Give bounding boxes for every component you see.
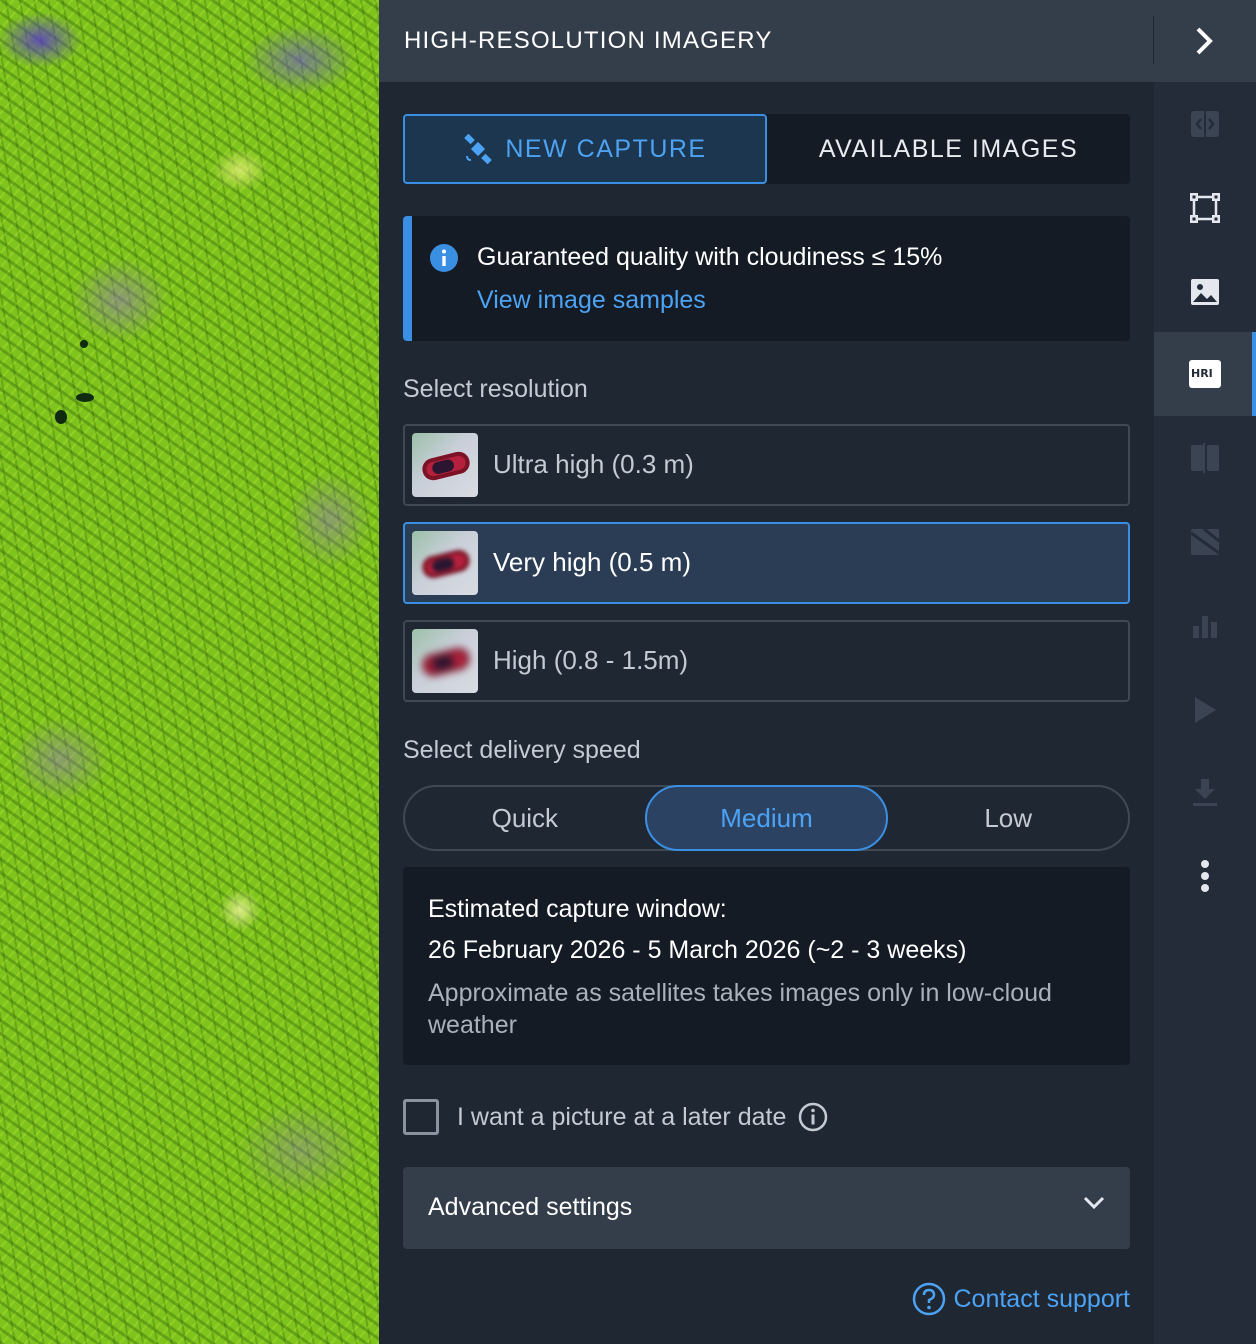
map-lake xyxy=(55,410,67,424)
rail-aoi[interactable] xyxy=(1154,166,1256,250)
rail-more[interactable] xyxy=(1154,834,1256,918)
later-date-checkbox[interactable] xyxy=(403,1099,439,1135)
rail-download[interactable] xyxy=(1154,750,1256,834)
contact-support-label: Contact support xyxy=(953,1284,1131,1313)
resolution-option-label: Very high (0.5 m) xyxy=(493,547,691,577)
collapse-panel-button[interactable] xyxy=(1179,20,1229,62)
tab-available-images-label: AVAILABLE IMAGES xyxy=(818,134,1079,163)
hri-panel: HIGH-RESOLUTION IMAGERY HRI NEW CAPTURE … xyxy=(379,0,1256,1344)
quality-info-box: Guaranteed quality with cloudiness ≤ 15%… xyxy=(403,216,1130,341)
resolution-option-very-high[interactable]: Very high (0.5 m) xyxy=(403,522,1130,604)
resolution-option-label: Ultra high (0.3 m) xyxy=(493,449,694,479)
delivery-speed-label: Select delivery speed xyxy=(403,736,641,764)
speed-option-medium[interactable]: Medium xyxy=(644,785,889,851)
play-icon xyxy=(1195,697,1216,723)
aoi-icon xyxy=(1190,193,1220,223)
hri-badge-text: HRI xyxy=(1191,367,1213,380)
chevron-right-icon xyxy=(1196,27,1213,55)
advanced-settings-label: Advanced settings xyxy=(428,1193,633,1221)
estimate-note: Approximate as satellites takes images o… xyxy=(428,979,1052,1039)
estimate-title: Estimated capture window: xyxy=(428,895,727,923)
capture-estimate-box: Estimated capture window: 26 February 20… xyxy=(403,867,1130,1065)
resolution-label: Select resolution xyxy=(403,375,588,403)
later-date-option[interactable]: I want a picture at a later date xyxy=(403,1098,828,1136)
resolution-option-ultra-high[interactable]: Ultra high (0.3 m) xyxy=(403,424,1130,506)
resolution-option-high[interactable]: High (0.8 - 1.5m) xyxy=(403,620,1130,702)
rail-compare[interactable] xyxy=(1154,82,1256,166)
info-icon xyxy=(430,244,458,272)
capture-tabs: NEW CAPTURE AVAILABLE IMAGES xyxy=(403,114,1130,184)
resolution-thumbnail xyxy=(412,531,478,595)
map-lake xyxy=(80,340,88,348)
compare-icon xyxy=(1191,111,1219,137)
speed-option-low[interactable]: Low xyxy=(888,787,1128,849)
contact-support-link[interactable]: Contact support xyxy=(912,1282,1131,1316)
resolution-option-label: High (0.8 - 1.5m) xyxy=(493,645,689,675)
quality-info-text: Guaranteed quality with cloudiness ≤ 15% xyxy=(477,243,943,271)
rail-timelapse[interactable] xyxy=(1154,668,1256,752)
panel-header: HIGH-RESOLUTION IMAGERY xyxy=(379,0,1256,82)
tab-new-capture-label: NEW CAPTURE xyxy=(505,134,707,163)
split-icon xyxy=(1191,443,1219,473)
resolution-thumbnail xyxy=(412,433,478,497)
advanced-settings-toggle[interactable]: Advanced settings xyxy=(403,1167,1130,1249)
rail-split[interactable] xyxy=(1154,416,1256,500)
tab-available-images[interactable]: AVAILABLE IMAGES xyxy=(767,114,1130,184)
resolution-thumbnail xyxy=(412,629,478,693)
zoning-icon xyxy=(1190,527,1220,555)
estimate-dates: 26 February 2026 - 5 March 2026 (~2 - 3 … xyxy=(428,936,967,964)
info-accent-bar xyxy=(403,216,412,341)
panel-title: HIGH-RESOLUTION IMAGERY xyxy=(404,27,773,54)
download-icon xyxy=(1193,779,1217,806)
rail-image[interactable] xyxy=(1154,250,1256,334)
rail-analytics[interactable] xyxy=(1154,584,1256,668)
analytics-icon xyxy=(1193,616,1217,638)
chevron-down-icon xyxy=(1083,1196,1105,1210)
rail-hri[interactable]: HRI xyxy=(1154,332,1256,416)
map-view[interactable] xyxy=(0,0,379,1344)
tool-rail: HRI xyxy=(1154,82,1256,1344)
header-divider xyxy=(1153,16,1154,64)
speed-option-quick[interactable]: Quick xyxy=(405,787,645,849)
help-circle-icon xyxy=(912,1282,946,1316)
map-lake xyxy=(76,393,94,402)
image-icon xyxy=(1191,279,1219,305)
delivery-speed-selector: Quick Medium Low xyxy=(403,785,1130,851)
view-samples-link[interactable]: View image samples xyxy=(477,286,706,315)
satellite-icon xyxy=(463,134,493,164)
more-vertical-icon xyxy=(1201,860,1209,892)
tab-new-capture[interactable]: NEW CAPTURE xyxy=(403,114,767,184)
info-outline-icon[interactable] xyxy=(798,1102,828,1132)
rail-zoning[interactable] xyxy=(1154,500,1256,584)
later-date-label: I want a picture at a later date xyxy=(457,1102,787,1131)
